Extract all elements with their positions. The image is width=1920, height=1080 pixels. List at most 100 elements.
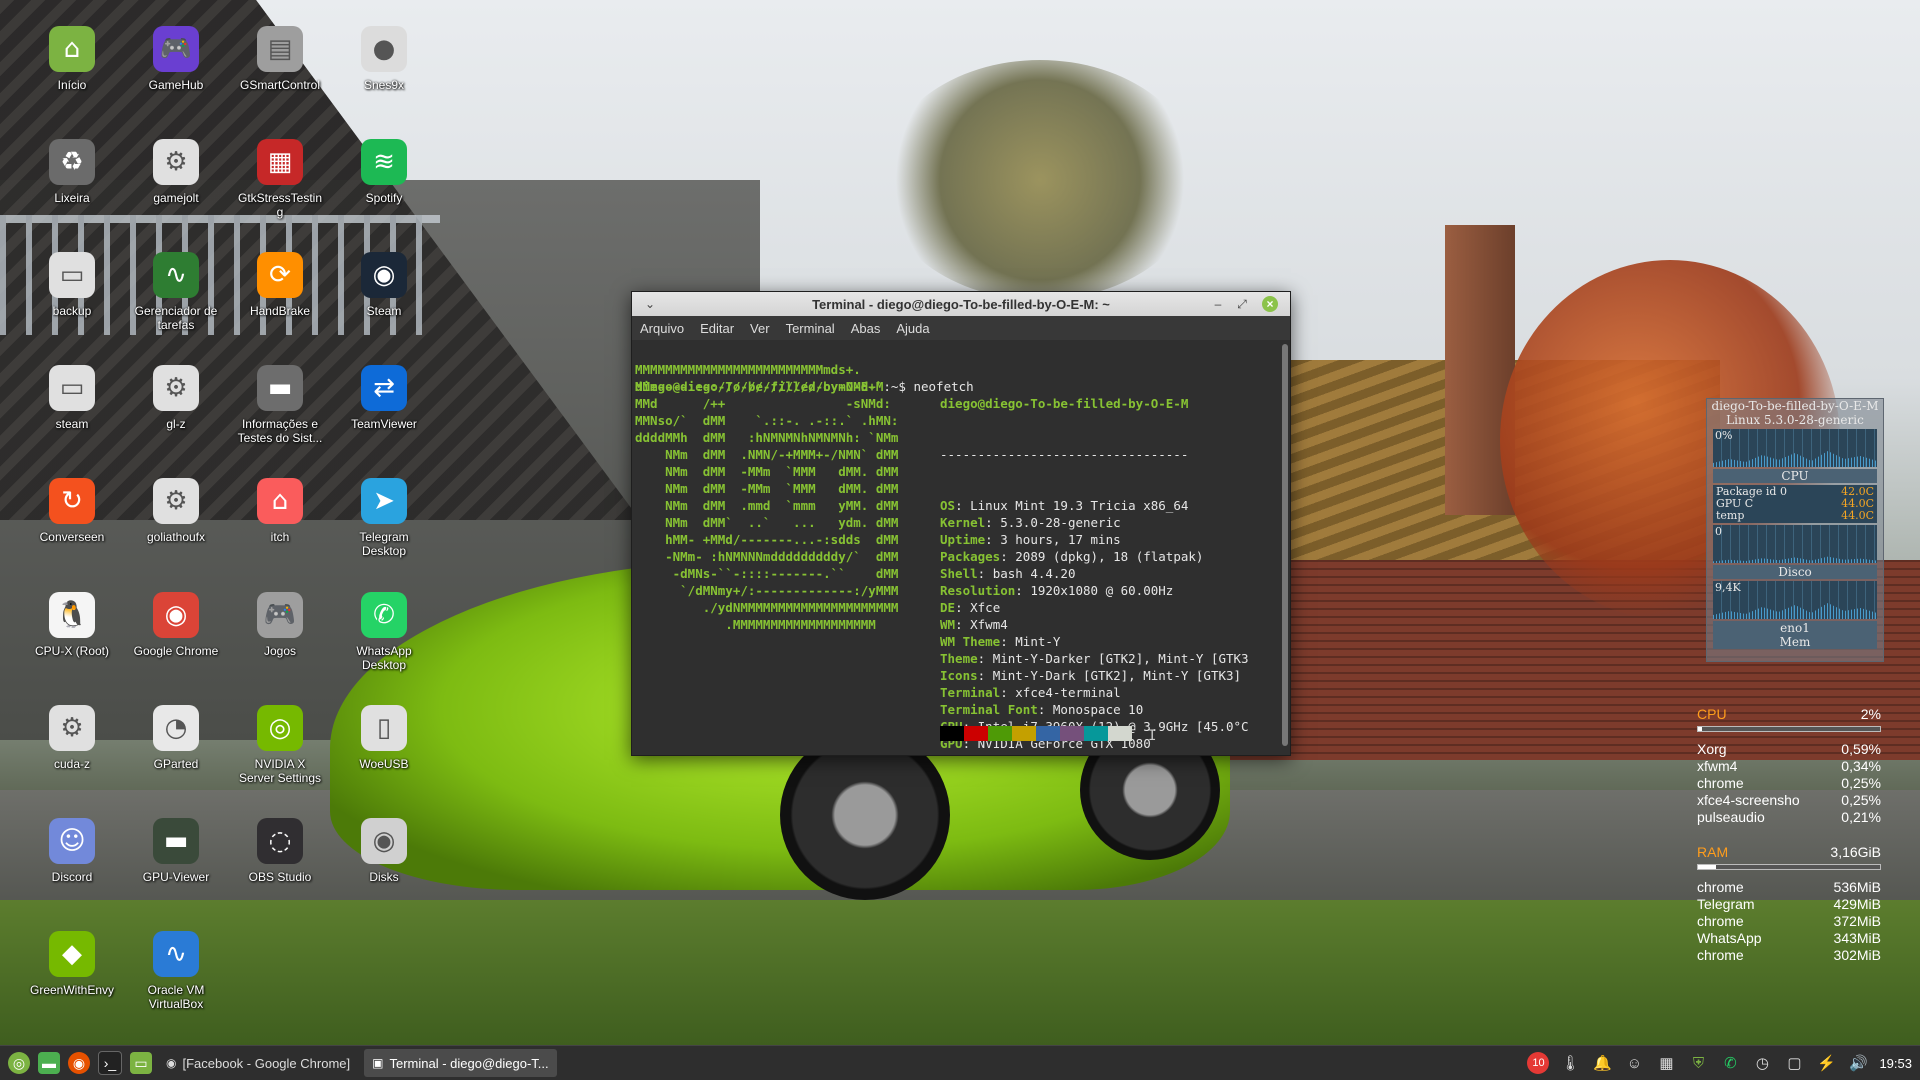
menu-item[interactable]: Editar xyxy=(700,321,734,336)
info-row: WM: Xfwm4 xyxy=(940,616,1249,633)
menu-item[interactable]: Abas xyxy=(851,321,881,336)
logo-line: MMd /++ -sNMd: xyxy=(635,396,891,411)
info-colon: : xyxy=(1000,685,1016,700)
desktop-icon[interactable]: ◉ Steam xyxy=(334,252,434,318)
conky-hostname: diego-To-be-filled-by-O-E-M xyxy=(1711,399,1879,413)
close-button[interactable]: × xyxy=(1262,296,1278,312)
minimize-button[interactable]: – xyxy=(1210,296,1226,312)
firefox-launcher-icon[interactable]: ◉ xyxy=(68,1052,90,1074)
desktop-icon-label: GPU-Viewer xyxy=(142,870,210,884)
desktop-icon[interactable]: ↻ Converseen xyxy=(22,478,122,544)
info-row: Icons: Mint-Y-Dark [GTK2], Mint-Y [GTK3] xyxy=(940,667,1249,684)
desktop-icon-label: Google Chrome xyxy=(133,644,219,658)
menu-item[interactable]: Terminal xyxy=(786,321,835,336)
taskbar-task-button[interactable]: ◉ [Facebook - Google Chrome] xyxy=(158,1049,358,1077)
maximize-button[interactable]: ⤢ xyxy=(1234,296,1250,312)
terminal-window[interactable]: ⌄ Terminal - diego@diego-To-be-filled-by… xyxy=(631,291,1291,756)
desktop-icon[interactable]: 🐧 CPU-X (Root) xyxy=(22,592,122,658)
menu-item[interactable]: Arquivo xyxy=(640,321,684,336)
info-row: Uptime: 3 hours, 17 mins xyxy=(940,531,1249,548)
discord-tray-icon[interactable]: ☺ xyxy=(1623,1052,1645,1074)
power-icon[interactable]: ⚡ xyxy=(1815,1052,1837,1074)
process-row: chrome 0,25% xyxy=(1697,775,1881,792)
desktop-icon[interactable]: ∿ Gerenciador de tarefas xyxy=(126,252,226,332)
desktop-icon[interactable]: ◌ OBS Studio xyxy=(230,818,330,884)
process-name: chrome xyxy=(1697,879,1744,895)
volume-icon[interactable]: 🔊 xyxy=(1847,1052,1869,1074)
desktop-icon-label: GtkStressTestin g xyxy=(237,191,323,219)
desktop-icon[interactable]: ⚙ goliathoufx xyxy=(126,478,226,544)
wallpaper-grass xyxy=(0,900,1920,1050)
clock[interactable]: 19:53 xyxy=(1879,1056,1912,1071)
mint-menu-icon[interactable]: ◎ xyxy=(8,1052,30,1074)
desktop-icon[interactable]: ⇄ TeamViewer xyxy=(334,365,434,431)
update-manager-icon[interactable]: ◷ xyxy=(1751,1052,1773,1074)
network-value: 9,4K xyxy=(1715,581,1741,594)
desktop-icon-label: steam xyxy=(55,417,89,431)
desktop-icon-label: Oracle VM VirtualBox xyxy=(147,983,205,1011)
info-row: Shell: bash 4.4.20 xyxy=(940,565,1249,582)
info-colon: : xyxy=(1000,549,1016,564)
taskbar-task-button[interactable]: ▣ Terminal - diego@diego-T... xyxy=(364,1049,557,1077)
desktop-icon[interactable]: ◎ NVIDIA X Server Settings xyxy=(230,705,330,785)
desktop-icon[interactable]: ≋ Spotify xyxy=(334,139,434,205)
desktop-icon-label: CPU-X (Root) xyxy=(34,644,109,658)
conky-monitor: diego-To-be-filled-by-O-E-M Linux 5.3.0-… xyxy=(1706,398,1884,662)
display-icon[interactable]: ▢ xyxy=(1783,1052,1805,1074)
whatsapp-tray-icon[interactable]: ✆ xyxy=(1719,1052,1741,1074)
info-value: 5.3.0-28-generic xyxy=(1000,515,1121,530)
ram-header-label: RAM xyxy=(1697,844,1729,860)
bell-icon[interactable]: 🔔 xyxy=(1591,1052,1613,1074)
terminal-scrollbar[interactable] xyxy=(1282,344,1288,746)
desktop-icon[interactable]: ▭ steam xyxy=(22,365,122,431)
desktop-icon[interactable]: ☺ Discord xyxy=(22,818,122,884)
menu-item[interactable]: Ajuda xyxy=(896,321,929,336)
trash-icon: ♻ xyxy=(49,139,95,185)
desktop-icon[interactable]: ✆ WhatsApp Desktop xyxy=(334,592,434,672)
terminal-titlebar[interactable]: ⌄ Terminal - diego@diego-To-be-filled-by… xyxy=(632,292,1290,316)
desktop-icon[interactable]: ◔ GParted xyxy=(126,705,226,771)
desktop-icon[interactable]: ▯ WoeUSB xyxy=(334,705,434,771)
desktop-icon[interactable]: 🎮 GameHub xyxy=(126,26,226,92)
desktop-icon[interactable]: ▦ GtkStressTestin g xyxy=(230,139,330,219)
task-label: Terminal - diego@diego-T... xyxy=(389,1055,549,1071)
desktop-icon[interactable]: ◉ Disks xyxy=(334,818,434,884)
desktop-icon[interactable]: ⌂ Início xyxy=(22,26,122,92)
desktop-icon[interactable]: ∿ Oracle VM VirtualBox xyxy=(126,931,226,1011)
memory-label: Mem xyxy=(1713,635,1877,649)
info-colon: : xyxy=(985,515,1001,530)
desktop-icon-label: OBS Studio xyxy=(248,870,312,884)
notification-badge-icon[interactable]: 10 xyxy=(1527,1052,1550,1074)
show-desktop-icon[interactable]: ▬ xyxy=(38,1052,60,1074)
terminal-launcher-icon[interactable]: ›_ xyxy=(98,1051,122,1075)
desktop-icon[interactable]: ▬ GPU-Viewer xyxy=(126,818,226,884)
desktop-icon[interactable]: ⟳ HandBrake xyxy=(230,252,330,318)
menu-item[interactable]: Ver xyxy=(750,321,770,336)
network-sparkline xyxy=(1713,603,1877,619)
desktop-icon[interactable]: ➤ Telegram Desktop xyxy=(334,478,434,558)
file-manager-launcher-icon[interactable]: ▭ xyxy=(130,1052,152,1074)
desktop-icon[interactable]: ● Snes9x xyxy=(334,26,434,92)
disk-graph-label: Disco xyxy=(1713,565,1877,579)
desktop-icon[interactable]: ◆ GreenWithEnvy xyxy=(22,931,122,997)
desktop-icon[interactable]: 🎮 Jogos xyxy=(230,592,330,658)
desktop-icon[interactable]: ◉ Google Chrome xyxy=(126,592,226,658)
ram-header-value: 3,16GiB xyxy=(1830,844,1881,860)
desktop-icon[interactable]: ⌂ itch xyxy=(230,478,330,544)
desktop-icon[interactable]: ▤ GSmartControl xyxy=(230,26,330,92)
gamepad-icon: 🎮 xyxy=(257,592,303,638)
desktop-icon[interactable]: ⚙ gl-z xyxy=(126,365,226,431)
desktop-icon[interactable]: ▬ Informações e Testes do Sist... xyxy=(230,365,330,445)
shield-icon[interactable]: ⛨ xyxy=(1687,1052,1709,1074)
process-value: 343MiB xyxy=(1833,930,1881,946)
temperature-icon[interactable]: 🌡 xyxy=(1559,1052,1581,1074)
steam-icon: ◉ xyxy=(361,252,407,298)
desktop-icon-label: GameHub xyxy=(148,78,204,92)
terminal-output[interactable]: diego@diego-To-be-filled-by-O-E-M:~$ neo… xyxy=(632,340,1278,755)
desktop-icon[interactable]: ⚙ gamejolt xyxy=(126,139,226,205)
desktop-icon[interactable]: ♻ Lixeira xyxy=(22,139,122,205)
desktop-icon[interactable]: ⚙ cuda-z xyxy=(22,705,122,771)
keyboard-icon[interactable]: ▦ xyxy=(1655,1052,1677,1074)
desktop-icon[interactable]: ▭ backup xyxy=(22,252,122,318)
desktop-icon-label: Telegram Desktop xyxy=(359,530,409,558)
